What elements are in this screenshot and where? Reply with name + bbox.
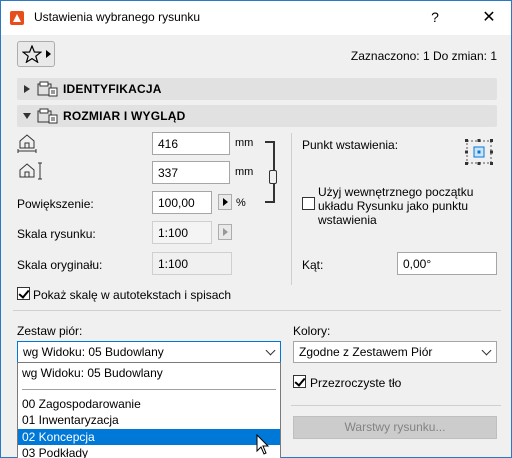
section-identification[interactable]: IDENTYFIKACJA	[17, 78, 497, 100]
column-divider	[291, 133, 292, 285]
width-icon	[17, 134, 37, 153]
transparent-bg-label: Przezroczyste tło	[310, 376, 402, 390]
right-divider	[291, 405, 501, 406]
mouse-cursor-icon	[256, 434, 270, 455]
settings-dialog: Ustawienia wybranego rysunku ? ✕ Zaznacz…	[0, 0, 512, 458]
selection-info: Zaznaczono: 1 Do zmian: 1	[350, 49, 497, 63]
window-title: Ustawienia wybranego rysunku	[34, 10, 201, 24]
dropdown-option-highlighted[interactable]: 02 Koncepcja	[18, 429, 280, 445]
height-field[interactable]: 337	[152, 161, 230, 184]
colors-dropdown[interactable]: Zgodne z Zestawem Piór	[293, 341, 497, 363]
anchor-point-label: Punkt wstawienia:	[302, 138, 399, 152]
drawing-scale-label: Skala rysunku:	[17, 227, 96, 241]
use-origin-label-line3: wstawienia	[318, 213, 377, 227]
magnification-field[interactable]: 100,00	[152, 191, 212, 214]
section-divider	[13, 310, 501, 311]
width-field[interactable]: 416	[152, 132, 230, 155]
angle-field[interactable]: 0,00°	[397, 252, 497, 275]
original-scale-label: Skala oryginału:	[17, 258, 103, 272]
pen-set-value: wg Widoku: 05 Budowlany	[23, 345, 164, 359]
magnification-unit: %	[236, 197, 246, 209]
title-bar: Ustawienia wybranego rysunku ? ✕	[1, 1, 511, 35]
favorites-button[interactable]	[17, 41, 55, 67]
use-origin-label-line2: układu Rysunku jako punktu	[318, 199, 469, 213]
magnification-popup-button[interactable]	[218, 194, 232, 210]
drawing-icon	[37, 81, 58, 97]
star-icon	[22, 45, 42, 63]
anchor-point-icon[interactable]	[463, 137, 495, 167]
original-scale-value: 1:100	[152, 252, 232, 275]
favorites-arrow-icon	[46, 50, 51, 58]
chain-link-icon[interactable]	[269, 170, 277, 184]
show-scale-checkbox[interactable]	[17, 287, 30, 300]
section-size-appearance[interactable]: ROZMIAR I WYGLĄD	[17, 105, 497, 127]
chevron-down-icon	[262, 342, 280, 362]
chevron-down-icon	[478, 342, 496, 362]
pen-set-dropdown-list: wg Widoku: 05 Budowlany 00 Zagospodarowa…	[17, 362, 281, 458]
transparent-bg-checkbox[interactable]	[293, 375, 306, 388]
colors-label: Kolory:	[293, 324, 331, 338]
show-scale-label: Pokaż skalę w autotekstach i spisach	[33, 288, 232, 302]
section-title: ROZMIAR I WYGLĄD	[63, 109, 186, 123]
dropdown-option[interactable]: 01 Inwentaryzacja	[18, 412, 280, 428]
drawing-layers-button: Warstwy rysunku...	[293, 416, 497, 439]
angle-label: Kąt:	[302, 258, 324, 272]
section-title: IDENTYFIKACJA	[63, 82, 162, 96]
archicad-icon	[9, 10, 25, 26]
dropdown-option[interactable]: 03 Podkłady	[18, 445, 280, 458]
colors-value: Zgodne z Zestawem Piór	[299, 345, 433, 359]
use-origin-label-line1: Użyj wewnętrznego początku	[318, 185, 474, 199]
height-unit: mm	[235, 166, 254, 178]
pen-set-label: Zestaw piór:	[17, 324, 83, 338]
height-icon	[19, 162, 42, 180]
drawing-icon	[37, 108, 58, 124]
expand-icon	[24, 85, 30, 93]
dropdown-option[interactable]: 00 Zagospodarowanie	[18, 396, 280, 412]
drawing-scale-field: 1:100	[152, 221, 212, 244]
collapse-icon	[23, 113, 31, 119]
pen-set-dropdown[interactable]: wg Widoku: 05 Budowlany	[17, 341, 281, 363]
width-unit: mm	[235, 137, 254, 149]
use-origin-checkbox[interactable]	[302, 197, 315, 210]
close-button[interactable]: ✕	[481, 7, 497, 27]
dropdown-option[interactable]: wg Widoku: 05 Budowlany	[18, 365, 280, 381]
drawing-scale-popup-button	[218, 224, 232, 240]
dropdown-separator	[22, 389, 276, 390]
help-button[interactable]: ?	[427, 9, 443, 25]
magnification-label: Powiększenie:	[17, 197, 94, 211]
